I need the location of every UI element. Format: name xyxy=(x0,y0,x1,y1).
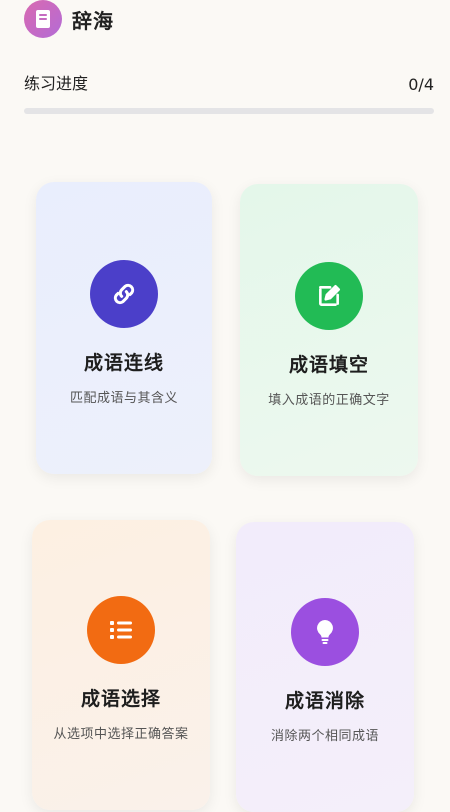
link-icon xyxy=(90,260,158,328)
idiom-match-card[interactable]: 成语连线 匹配成语与其含义 xyxy=(36,182,212,474)
app-title: 辞海 xyxy=(72,8,114,33)
card-title: 成语选择 xyxy=(80,688,161,710)
idiom-choice-card[interactable]: 成语选择 从选项中选择正确答案 xyxy=(32,520,210,810)
idiom-fill-card[interactable]: 成语填空 填入成语的正确文字 xyxy=(240,184,418,476)
progress-label: 练习进度 xyxy=(24,74,89,93)
list-icon xyxy=(87,596,155,664)
card-subtitle: 从选项中选择正确答案 xyxy=(53,727,189,742)
card-title: 成语连线 xyxy=(83,352,164,374)
card-subtitle: 填入成语的正确文字 xyxy=(268,393,390,408)
book-icon[interactable] xyxy=(24,0,62,38)
app-header: 辞海 xyxy=(24,0,114,38)
card-subtitle: 消除两个相同成语 xyxy=(270,729,379,744)
progress-bar xyxy=(24,108,434,114)
lightbulb-icon xyxy=(291,598,359,666)
card-title: 成语填空 xyxy=(288,354,369,376)
progress-count: 0/4 xyxy=(408,75,434,94)
card-title: 成语消除 xyxy=(284,690,365,712)
idiom-eliminate-card[interactable]: 成语消除 消除两个相同成语 xyxy=(236,522,414,812)
edit-icon xyxy=(295,262,363,330)
card-subtitle: 匹配成语与其含义 xyxy=(69,391,178,406)
